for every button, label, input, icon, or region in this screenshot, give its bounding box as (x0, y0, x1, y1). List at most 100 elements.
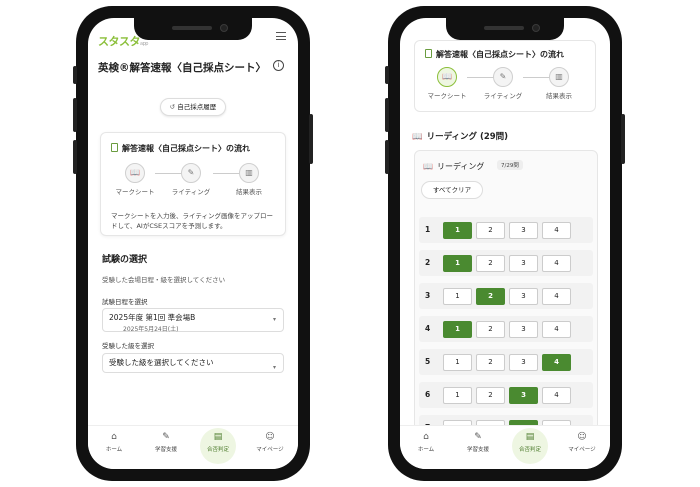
tab-mypage[interactable]: ☺ マイページ (244, 432, 296, 453)
pen-icon: ✎ (493, 67, 513, 87)
answer-option-1[interactable]: 1 (443, 288, 472, 305)
answer-option-1[interactable]: 1 (443, 222, 472, 239)
answer-card: 📖 リーディング 7/29問 すべてクリア 1123421234312344123… (414, 150, 598, 469)
question-number: 6 (425, 390, 431, 399)
answer-option-2[interactable]: 2 (476, 321, 505, 338)
history-icon: ↺ (169, 103, 176, 111)
phone-frame-right: 解答速報〈自己採点シート〉の流れ 📖 マークシート ✎ ライティング ▥ 結果表… (385, 6, 625, 481)
question-row: 6 1234 (419, 382, 593, 408)
book-icon: 📖 (412, 132, 423, 142)
phone-volume-down-button (73, 140, 77, 174)
phone-volume-up-button (73, 98, 77, 132)
exam-selection-subtitle: 受験した会場日程・級を選択してください (102, 276, 226, 284)
tab-mypage[interactable]: ☺ マイページ (556, 432, 608, 453)
tab-learning[interactable]: ✎ 学習支援 (140, 432, 192, 453)
answer-option-2[interactable]: 2 (476, 387, 505, 404)
book-icon: 📖 (437, 67, 457, 87)
history-button[interactable]: ↺ 自己採点履歴 (160, 98, 226, 116)
answer-option-3[interactable]: 3 (509, 222, 538, 239)
question-number: 3 (425, 291, 431, 300)
chevron-down-icon: ▾ (272, 316, 276, 323)
flow-step-result: ▥ 結果表示 (529, 67, 589, 100)
question-row: 31234 (419, 283, 593, 309)
notch (446, 18, 564, 40)
answer-option-4[interactable]: 4 (542, 255, 571, 272)
page-title: 英検®解答速報〈自己採点シート〉 (98, 62, 266, 74)
tab-home[interactable]: ⌂ ホーム (400, 432, 452, 453)
question-number: 5 (425, 357, 431, 366)
person-icon: ☺ (265, 432, 275, 442)
phone-power-button (309, 114, 313, 164)
exam-date-select[interactable]: 2025年度 第1回 準会場B 2025年5月24日(土) ▾ (102, 308, 284, 333)
answer-option-2[interactable]: 2 (476, 222, 505, 239)
flow-step-writing: ✎ ライティング (473, 67, 533, 100)
answer-option-4[interactable]: 4 (542, 354, 571, 371)
pen-icon: ✎ (162, 432, 170, 442)
answer-option-3[interactable]: 3 (509, 288, 538, 305)
answer-option-2[interactable]: 2 (476, 288, 505, 305)
home-icon: ⌂ (423, 432, 429, 442)
pen-icon: ✎ (474, 432, 482, 442)
answer-card-title: 📖 リーディング (423, 162, 485, 171)
answer-option-2[interactable]: 2 (476, 255, 505, 272)
tab-judgement[interactable]: ▤ 合否判定 (192, 428, 244, 464)
phone-mute-button (73, 66, 77, 84)
phone-mute-button (385, 66, 389, 84)
section-title: 📖 リーディング (29問) (412, 132, 509, 142)
answer-option-4[interactable]: 4 (542, 321, 571, 338)
date-label: 試験日程を選択 (102, 298, 148, 306)
tab-home[interactable]: ⌂ ホーム (88, 432, 140, 453)
tab-judgement[interactable]: ▤ 合否判定 (504, 428, 556, 464)
person-icon: ☺ (577, 432, 587, 442)
phone-frame-left: スタスタapp 英検®解答速報〈自己採点シート〉 i ↺ 自己採点履歴 解答速報〈… (73, 6, 313, 481)
question-row: 21234 (419, 250, 593, 276)
answer-option-3[interactable]: 3 (509, 255, 538, 272)
answer-option-4[interactable]: 4 (542, 387, 571, 404)
grade-select[interactable]: 受験した級を選択してください ▾ (102, 353, 284, 373)
pen-icon: ✎ (181, 163, 201, 183)
question-row: 11234 (419, 217, 593, 243)
exam-selection-title: 試験の選択 (102, 255, 148, 265)
screen-left: スタスタapp 英検®解答速報〈自己採点シート〉 i ↺ 自己採点履歴 解答速報〈… (88, 18, 298, 469)
clipboard-icon: ▤ (213, 432, 223, 442)
answer-option-3[interactable]: 3 (509, 354, 538, 371)
chart-icon: ▥ (239, 163, 259, 183)
answer-option-1[interactable]: 1 (443, 387, 472, 404)
question-number: 1 (425, 225, 431, 234)
grade-label: 受験した級を選択 (102, 342, 154, 350)
flow-description: マークシートを入力後、ライティング画像をアップロードして、AIがCSEスコアを予… (111, 212, 273, 230)
flow-title: 解答速報〈自己採点シート〉の流れ (425, 49, 564, 60)
answer-option-1[interactable]: 1 (443, 321, 472, 338)
screen-right: 解答速報〈自己採点シート〉の流れ 📖 マークシート ✎ ライティング ▥ 結果表… (400, 18, 610, 469)
chevron-down-icon: ▾ (272, 364, 276, 371)
answer-option-4[interactable]: 4 (542, 222, 571, 239)
question-row: 5 1234 (419, 349, 593, 375)
answer-option-1[interactable]: 1 (443, 255, 472, 272)
flow-step-result: ▥ 結果表示 (219, 163, 279, 196)
answer-option-3[interactable]: 3 (509, 321, 538, 338)
home-icon: ⌂ (111, 432, 117, 442)
question-row: 41234 (419, 316, 593, 342)
document-icon (111, 143, 118, 152)
flow-step-marksheet: 📖 マークシート (105, 163, 165, 196)
clipboard-icon: ▤ (525, 432, 535, 442)
answer-option-4[interactable]: 4 (542, 288, 571, 305)
flow-card: 解答速報〈自己採点シート〉の流れ 📖 マークシート ✎ ライティング ▥ 結果表… (414, 40, 596, 112)
info-icon[interactable]: i (273, 60, 284, 71)
chart-icon: ▥ (549, 67, 569, 87)
document-icon (425, 49, 432, 58)
tab-learning[interactable]: ✎ 学習支援 (452, 432, 504, 453)
answer-option-1[interactable]: 1 (443, 354, 472, 371)
flow-step-writing: ✎ ライティング (161, 163, 221, 196)
book-icon: 📖 (125, 163, 145, 183)
flow-title: 解答速報〈自己採点シート〉の流れ (111, 143, 250, 154)
answer-option-3[interactable]: 3 (509, 387, 538, 404)
question-number: 4 (425, 324, 431, 333)
answer-option-2[interactable]: 2 (476, 354, 505, 371)
book-icon: 📖 (423, 162, 433, 171)
phone-volume-down-button (385, 140, 389, 174)
flow-card: 解答速報〈自己採点シート〉の流れ 📖 マークシート ✎ ライティング ▥ 結果表… (100, 132, 286, 236)
clear-all-button[interactable]: すべてクリア (421, 181, 483, 199)
menu-icon[interactable] (276, 32, 286, 40)
phone-volume-up-button (385, 98, 389, 132)
